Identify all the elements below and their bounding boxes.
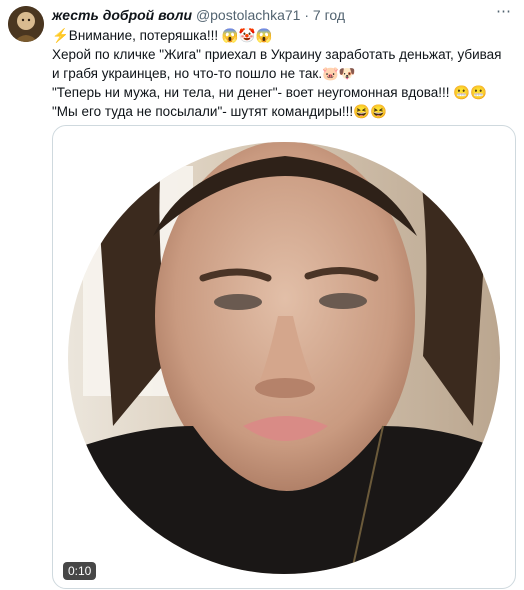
author-name[interactable]: жесть доброй воли xyxy=(52,7,192,23)
video-thumbnail xyxy=(68,142,500,574)
timestamp[interactable]: 7 год xyxy=(313,7,345,23)
more-options-icon[interactable]: ⋯ xyxy=(496,2,512,20)
tweet-line: и грабя украинцев, но что-то пошло не та… xyxy=(52,66,356,81)
avatar-image xyxy=(8,6,44,42)
video-player[interactable]: 0:10 xyxy=(52,125,516,589)
tweet-line: ⚡Внимание, потеряшка!!! 😱🤡😱 xyxy=(52,28,273,43)
tweet-line: "Теперь ни мужа, ни тела, ни денег"- вое… xyxy=(52,85,487,100)
tweet-text: ⚡Внимание, потеряшка!!! 😱🤡😱 Херой по кли… xyxy=(52,26,512,121)
tweet-line: "Мы его туда не посылали"- шутят команди… xyxy=(52,104,387,119)
video-duration: 0:10 xyxy=(63,562,97,580)
author-handle[interactable]: @postolachka71 xyxy=(196,7,301,23)
tweet-line: Херой по кличке "Жига" приехал в Украину… xyxy=(52,47,502,62)
tweet[interactable]: жесть доброй воли @postolachka71 · 7 год… xyxy=(0,0,524,590)
separator: · xyxy=(304,7,310,23)
avatar[interactable] xyxy=(8,6,44,42)
tweet-header: жесть доброй воли @postolachka71 · 7 год xyxy=(52,7,345,23)
